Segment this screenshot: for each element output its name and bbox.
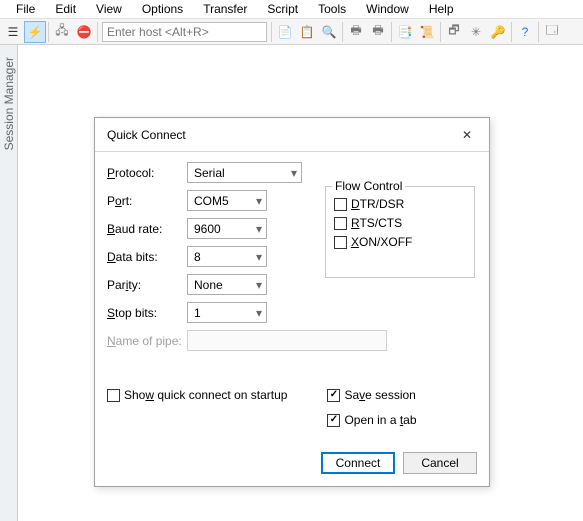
connect-ssh-icon[interactable]: 🖧 [51,21,73,43]
row-protocol: Protocol: Serial ▾ [107,162,477,183]
save-session-checkbox[interactable] [327,389,340,402]
menu-view[interactable]: View [86,0,132,18]
paste-icon[interactable]: 📋 [296,21,318,43]
separator [97,22,98,42]
protocol-select[interactable]: Serial ▾ [187,162,302,183]
menu-transfer[interactable]: Transfer [193,0,257,18]
close-icon[interactable]: ✕ [455,123,479,147]
label-parity: Parity: [107,278,187,292]
workspace: Quick Connect ✕ Protocol: Serial ▾ Port:… [18,45,583,521]
pipe-input [187,330,387,351]
chevron-down-icon: ▾ [256,306,262,320]
label-pipe: Name of pipe: [107,334,187,348]
xon-xoff-label: XON/XOFF [351,235,412,249]
save-session-row[interactable]: Save session [327,388,416,402]
connect-button[interactable]: Connect [321,452,395,474]
port-select[interactable]: COM5 ▾ [187,190,267,211]
rts-cts-row[interactable]: RTS/CTS [334,216,466,230]
chevron-down-icon: ▾ [256,194,262,208]
disconnect-icon[interactable]: ⛔ [73,21,95,43]
separator [511,22,512,42]
app-icon[interactable]: 🗔 [541,21,563,43]
bottom-options: Show quick connect on startup Save sessi… [107,388,417,432]
key-icon[interactable]: 🔑 [487,21,509,43]
menu-help[interactable]: Help [419,0,464,18]
menu-script[interactable]: Script [257,0,308,18]
open-in-tab-label: Open in a tab [344,413,416,427]
chevron-down-icon: ▾ [256,278,262,292]
separator [391,22,392,42]
show-on-startup-checkbox[interactable] [107,389,120,402]
parity-value: None [194,278,223,292]
dialog-titlebar: Quick Connect ✕ [95,118,489,152]
quick-connect-icon[interactable]: ⚡ [24,21,46,43]
dialog-buttons: Connect Cancel [321,452,477,474]
show-on-startup-label: Show quick connect on startup [124,388,287,402]
show-on-startup-row[interactable]: Show quick connect on startup [107,388,287,402]
toolbar: ☰ ⚡ 🖧 ⛔ 📄 📋 🔍 🖶 🖶 📑 📜 🗗 ✳ 🔑 ? 🗔 [0,19,583,45]
separator [538,22,539,42]
properties-icon[interactable]: 📑 [394,21,416,43]
menu-tools[interactable]: Tools [308,0,356,18]
help-icon[interactable]: ? [514,21,536,43]
save-session-label: Save session [344,388,415,402]
separator [271,22,272,42]
dtr-dsr-label: DTR/DSR [351,197,404,211]
chevron-down-icon: ▾ [291,166,297,180]
view-icon[interactable]: 🗗 [443,21,465,43]
chevron-down-icon: ▾ [256,222,262,236]
parity-select[interactable]: None ▾ [187,274,267,295]
label-databits: Data bits: [107,250,187,264]
menu-options[interactable]: Options [132,0,193,18]
host-input[interactable] [102,22,267,42]
print-screen-icon[interactable]: 🖶 [367,21,389,43]
rts-cts-checkbox[interactable] [334,217,347,230]
row-stopbits: Stop bits: 1 ▾ [107,302,477,323]
separator [48,22,49,42]
quick-connect-dialog: Quick Connect ✕ Protocol: Serial ▾ Port:… [94,117,490,487]
menu-edit[interactable]: Edit [45,0,86,18]
session-manager-panel[interactable]: Session Manager [0,45,18,521]
chevron-down-icon: ▾ [256,250,262,264]
find-icon[interactable]: 🔍 [318,21,340,43]
session-manager-icon[interactable]: ☰ [2,21,24,43]
menu-window[interactable]: Window [356,0,419,18]
body-area: Session Manager Quick Connect ✕ Protocol… [0,45,583,521]
stopbits-select[interactable]: 1 ▾ [187,302,267,323]
label-port: Port: [107,194,187,208]
open-in-tab-row[interactable]: Open in a tab [327,413,416,427]
print-icon[interactable]: 🖶 [345,21,367,43]
label-baud: Baud rate: [107,222,187,236]
dialog-title: Quick Connect [107,128,186,142]
baud-select[interactable]: 9600 ▾ [187,218,267,239]
xon-xoff-checkbox[interactable] [334,236,347,249]
databits-value: 8 [194,250,201,264]
port-value: COM5 [194,194,229,208]
xon-xoff-row[interactable]: XON/XOFF [334,235,466,249]
separator [342,22,343,42]
copy-icon[interactable]: 📄 [274,21,296,43]
baud-value: 9600 [194,222,221,236]
hex-icon[interactable]: ✳ [465,21,487,43]
rts-cts-label: RTS/CTS [351,216,402,230]
dtr-dsr-row[interactable]: DTR/DSR [334,197,466,211]
databits-select[interactable]: 8 ▾ [187,246,267,267]
flow-control-legend: Flow Control [332,179,405,193]
menu-file[interactable]: File [6,0,45,18]
session-manager-label: Session Manager [2,51,16,156]
dtr-dsr-checkbox[interactable] [334,198,347,211]
stopbits-value: 1 [194,306,201,320]
protocol-value: Serial [194,166,225,180]
open-in-tab-checkbox[interactable] [327,414,340,427]
separator [440,22,441,42]
cancel-button[interactable]: Cancel [403,452,477,474]
label-stopbits: Stop bits: [107,306,187,320]
flow-control-group: Flow Control DTR/DSR RTS/CTS XON/XOFF [325,186,475,278]
global-options-icon[interactable]: 📜 [416,21,438,43]
label-protocol: Protocol: [107,166,187,180]
menubar: File Edit View Options Transfer Script T… [0,0,583,19]
row-pipe: Name of pipe: [107,330,477,351]
